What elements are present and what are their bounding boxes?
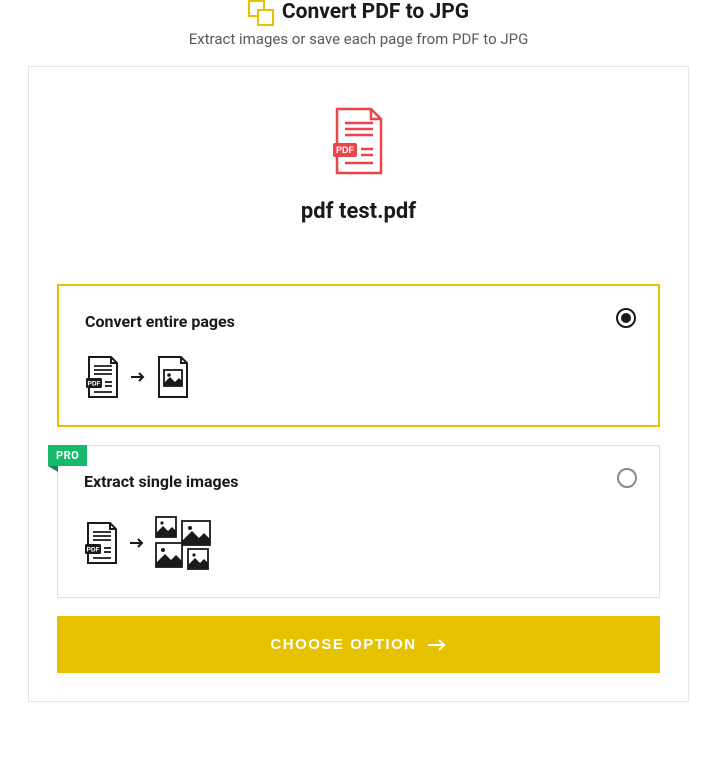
header-title-row: Convert PDF to JPG	[0, 0, 717, 24]
convert-pdf-jpg-icon	[248, 0, 272, 24]
radio-unselected-icon	[617, 468, 637, 488]
extract-images-graphic: PDF	[84, 515, 633, 571]
option-convert-pages[interactable]: Convert entire pages PDF	[57, 284, 660, 427]
pro-badge: PRO	[48, 445, 87, 466]
choose-option-button[interactable]: CHOOSE OPTION	[57, 616, 660, 673]
page-title: Convert PDF to JPG	[282, 0, 469, 24]
button-label: CHOOSE OPTION	[270, 636, 416, 653]
file-section: PDF pdf test.pdf	[57, 107, 660, 224]
svg-text:PDF: PDF	[336, 145, 355, 155]
arrow-right-icon	[427, 638, 447, 652]
main-card: PDF pdf test.pdf Convert entire pages PD…	[28, 66, 689, 702]
pdf-doc-icon: PDF	[85, 355, 121, 399]
multiple-images-icon	[154, 515, 214, 571]
radio-selected-icon	[616, 308, 636, 328]
option-title: Extract single images	[84, 472, 633, 491]
convert-pages-graphic: PDF	[85, 355, 632, 399]
option-title: Convert entire pages	[85, 312, 632, 331]
image-doc-icon	[155, 355, 191, 399]
pdf-file-icon: PDF	[331, 107, 387, 181]
page-header: Convert PDF to JPG Extract images or sav…	[0, 0, 717, 66]
arrow-right-icon	[129, 368, 147, 386]
option-extract-images[interactable]: PRO Extract single images PDF	[57, 445, 660, 598]
svg-text:PDF: PDF	[87, 547, 100, 554]
svg-text:PDF: PDF	[88, 381, 101, 388]
pdf-doc-icon: PDF	[84, 521, 120, 565]
file-name: pdf test.pdf	[57, 199, 660, 224]
arrow-right-icon	[128, 534, 146, 552]
page-subtitle: Extract images or save each page from PD…	[0, 30, 717, 48]
